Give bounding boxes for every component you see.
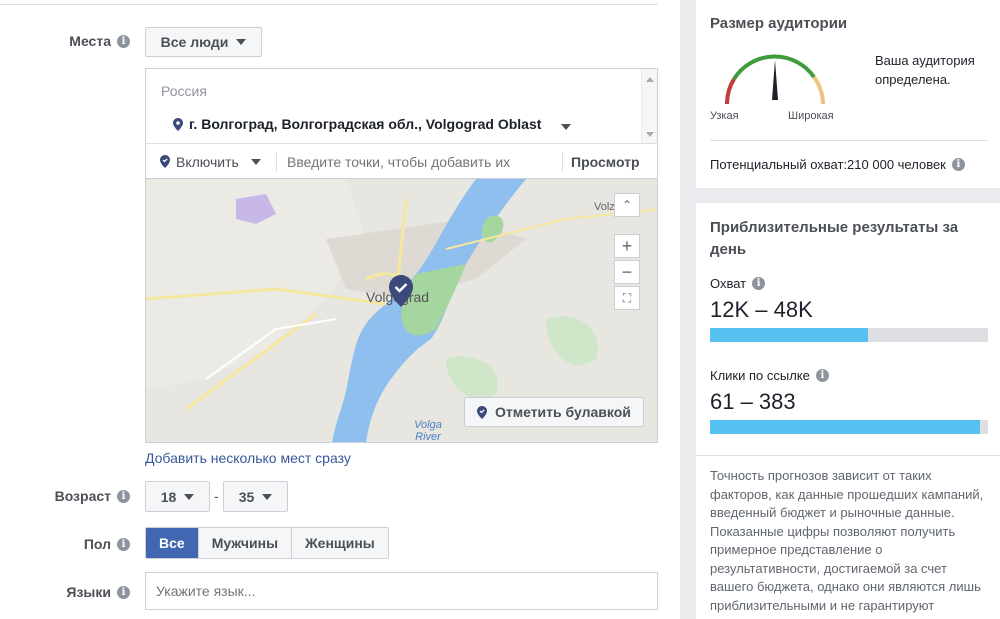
age-min-dropdown[interactable]: 18 (145, 481, 210, 512)
audience-size-card: Размер аудитории Узкая Широкая Ваша ауди… (696, 0, 1000, 188)
scroll-down-icon[interactable] (646, 132, 654, 137)
gauge-narrow-label: Узкая (710, 110, 739, 122)
location-box: Россия г. Волгоград, Волгоградская обл.,… (145, 68, 658, 178)
divider (0, 4, 658, 5)
reach-value: 12K – 48K (710, 297, 813, 322)
languages-label-text: Языки (66, 584, 111, 600)
daily-results-card: Приблизительные результаты за день Охват… (696, 203, 1000, 619)
location-item[interactable]: г. Волгоград, Волгоградская обл., Volgog… (173, 116, 541, 132)
potential-reach-row: Потенциальный охват:210 000 человек i (710, 157, 965, 172)
drop-pin-label: Отметить булавкой (495, 404, 631, 420)
map[interactable]: Volgograd Volz iy Volga River ⌃ + − ⛶ От… (145, 178, 658, 443)
gender-label: Пол i (84, 536, 130, 552)
map-pin-check-icon (477, 405, 487, 419)
gender-option-all[interactable]: Все (146, 528, 199, 558)
info-icon[interactable]: i (117, 489, 130, 503)
gender-selector: Все Мужчины Женщины (145, 527, 389, 559)
zoom-out-button[interactable]: − (614, 260, 640, 284)
map-pin-icon (173, 117, 183, 131)
clicks-label-row: Клики по ссылке i (710, 368, 829, 383)
age-max-value: 35 (238, 488, 255, 505)
language-input[interactable] (145, 572, 658, 610)
info-icon[interactable]: i (117, 537, 130, 551)
location-search-input[interactable] (277, 153, 562, 170)
chevron-down-icon (262, 493, 273, 500)
disclaimer-text: Точность прогнозов зависит от таких факт… (710, 468, 984, 613)
reach-bar-fill (710, 328, 869, 342)
audience-size-title: Размер аудитории (710, 15, 848, 32)
map-corner-label: Volz (594, 201, 615, 213)
location-chevron-icon[interactable] (561, 124, 571, 130)
age-label-text: Возраст (54, 488, 111, 504)
languages-label: Языки i (66, 584, 130, 600)
divider (696, 455, 1000, 456)
age-min-value: 18 (160, 488, 177, 505)
browse-button[interactable]: Просмотр (563, 154, 640, 170)
clicks-bar (710, 420, 988, 434)
divider (710, 140, 988, 141)
chevron-down-icon (250, 158, 261, 165)
country-label: Россия (161, 83, 207, 99)
age-max-dropdown[interactable]: 35 (223, 481, 288, 512)
info-icon[interactable]: i (951, 158, 965, 171)
places-label-text: Места (69, 33, 111, 49)
age-separator: - (214, 488, 219, 504)
clicks-bar-fill (710, 420, 980, 434)
targeting-panel: Места i Все люди Россия г. Волгоград, Во… (0, 0, 680, 619)
chevron-down-icon (184, 493, 195, 500)
include-row: Включить Просмотр (146, 143, 657, 179)
map-marker-icon[interactable] (389, 275, 413, 307)
gender-option-men[interactable]: Мужчины (198, 528, 293, 558)
people-dropdown-label: Все люди (160, 34, 229, 50)
reach-label-row: Охват i (710, 276, 766, 291)
drop-pin-button[interactable]: Отметить булавкой (464, 397, 644, 427)
potential-reach-text: Потенциальный охват:210 000 человек (710, 157, 946, 172)
info-icon[interactable]: i (752, 277, 766, 290)
info-icon[interactable]: i (117, 585, 130, 599)
map-river-label: Volga River (414, 419, 442, 443)
location-scrollbar[interactable] (641, 69, 657, 143)
map-pin-check-icon (160, 155, 170, 168)
gender-option-women[interactable]: Женщины (292, 528, 388, 558)
clicks-value: 61 – 383 (710, 389, 796, 414)
gauge-broad-label: Широкая (788, 110, 834, 122)
add-multiple-locations-link[interactable]: Добавить несколько мест сразу (145, 450, 351, 466)
reach-label: Охват (710, 276, 747, 291)
info-icon[interactable]: i (117, 34, 130, 48)
zoom-in-button[interactable]: + (614, 234, 640, 258)
places-label: Места i (69, 33, 130, 49)
age-label: Возраст i (55, 488, 130, 504)
audience-status: Ваша аудитория определена. (875, 53, 975, 87)
reach-bar (710, 328, 988, 342)
location-name: г. Волгоград, Волгоградская обл., Volgog… (189, 116, 542, 132)
include-dropdown[interactable]: Включить (146, 154, 276, 170)
chevron-down-icon (236, 39, 247, 45)
fit-bounds-button[interactable]: ⛶ (614, 286, 640, 310)
info-icon[interactable]: i (815, 369, 829, 382)
gender-label-text: Пол (83, 536, 111, 552)
scroll-up-icon[interactable] (646, 77, 654, 82)
include-label: Включить (176, 153, 239, 170)
daily-results-title: Приблизительные результаты за день (710, 219, 959, 258)
clicks-label: Клики по ссылке (710, 368, 810, 383)
audience-gauge (724, 54, 825, 105)
map-collapse-button[interactable]: ⌃ (614, 193, 640, 217)
people-dropdown[interactable]: Все люди (145, 27, 262, 57)
